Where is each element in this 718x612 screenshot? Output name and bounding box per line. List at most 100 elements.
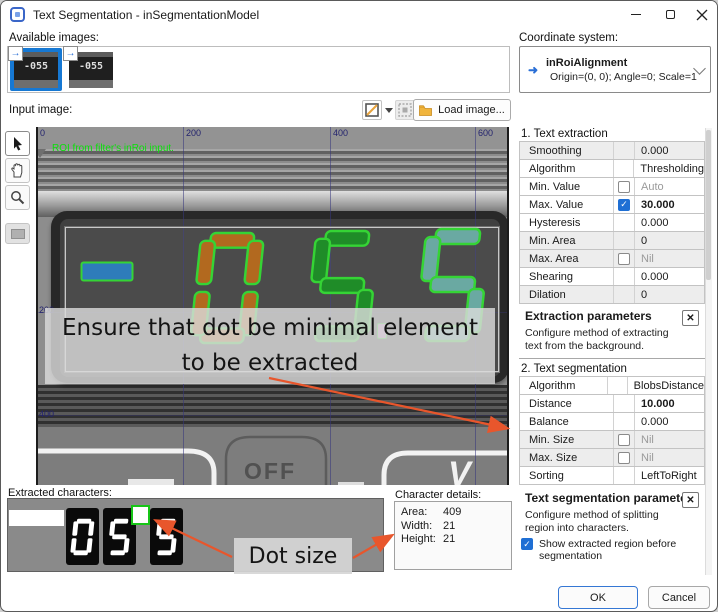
extraction-row-dilation[interactable]: Dilation 0 [520,286,704,304]
param-checkbox-cell [614,286,635,303]
param-value[interactable]: LeftToRight [635,470,704,482]
photo-ribs-top [38,149,507,195]
param-value[interactable]: Nil [635,434,704,446]
close-help-button[interactable]: ✕ [682,492,699,508]
fit-view-button[interactable] [395,100,415,120]
param-value[interactable]: 30.000 [635,199,704,211]
param-value[interactable]: Nil [635,253,704,265]
param-name: Balance [520,413,614,430]
ensure-line-1: Ensure that dot be minimal element [45,311,495,346]
available-images-strip: -055 → -055 → [7,46,510,93]
section-text-extraction: 1. Text extraction [521,128,608,140]
param-value[interactable]: 0 [635,235,704,247]
segmentation-row-min-size[interactable]: Min. SizeNil [520,431,704,449]
input-arrow-icon: → [63,46,78,61]
input-image-label: Input image: [9,104,72,116]
extraction-row-min-area[interactable]: Min. Area0 [520,232,704,250]
coordinate-system-label: Coordinate system: [519,32,618,44]
param-checkbox-unchecked[interactable] [618,452,630,464]
extraction-row-algorithm[interactable]: AlgorithmThresholding [520,160,704,178]
ruler-label: 400 [333,128,348,138]
param-checkbox-cell [614,196,635,213]
param-value[interactable]: 0.000 [635,145,704,157]
load-image-label: Load image... [438,104,505,116]
character-details-box: Area:409 Width:21 Height:21 [394,501,512,570]
coordinate-system-dropdown[interactable]: ➜ inRoiAlignment Origin=(0, 0); Angle=0;… [519,46,711,93]
extraction-row-smoothing[interactable]: Smoothing0.000 [520,142,704,160]
show-extracted-option[interactable]: Show extracted region before segmentatio… [521,538,709,562]
param-checkbox-cell [614,467,635,484]
param-value[interactable]: Auto [635,181,704,193]
show-extracted-checkbox[interactable] [521,538,533,550]
overlay-caret-icon[interactable] [385,108,393,113]
detail-height: Height:21 [401,533,505,547]
title-bar: Text Segmentation - inSegmentationModel [1,1,717,28]
image-viewport[interactable]: 0 200 400 600 200 400 ROI from filter's … [36,127,509,485]
roi-note-text: ROI from filter's inRoi input. [52,143,174,154]
overlay-display-button[interactable] [362,100,382,120]
extraction-row-hysteresis[interactable]: Hysteresis0.000 [520,214,704,232]
param-checkbox-cell [614,268,635,285]
close-button[interactable] [685,1,718,28]
no-overlay-icon [365,103,379,117]
zoom-tool-button[interactable] [5,185,30,210]
maximize-button[interactable] [653,1,688,28]
segmentation-row-max-size[interactable]: Max. SizeNil [520,449,704,467]
param-value[interactable]: 0 [635,289,704,301]
roi-marker-icon [36,149,46,158]
param-checkbox-unchecked[interactable] [618,253,630,265]
pan-tool-button[interactable] [5,158,30,183]
param-name: Shearing [520,268,614,285]
extracted-char-dot-selected[interactable] [131,505,150,525]
segmentation-row-algorithm[interactable]: AlgorithmBlobsDistance [520,377,704,395]
param-checkbox-cell [614,395,635,412]
thumbnail-2[interactable]: -055 → [65,48,117,91]
param-name: Dilation [520,286,614,303]
ruler-label: 600 [478,128,493,138]
param-checkbox-unchecked[interactable] [618,434,630,446]
param-value[interactable]: BlobsDistance [628,380,704,392]
select-tool-button[interactable] [5,131,30,156]
extraction-row-min-value[interactable]: Min. ValueAuto [520,178,704,196]
close-help-button[interactable]: ✕ [682,310,699,326]
extracted-char-0[interactable] [66,508,99,565]
extraction-parameters-box: Extraction parameters ✕ Configure method… [519,305,705,359]
param-value[interactable]: 0.000 [635,416,704,428]
param-checkbox-cell [614,449,635,466]
param-checkbox-unchecked[interactable] [618,181,630,193]
segmentation-row-balance[interactable]: Balance 0.000 [520,413,704,431]
available-images-label: Available images: [9,32,99,44]
input-arrow-icon: → [8,46,23,61]
param-value[interactable]: 0.000 [635,271,704,283]
load-image-button[interactable]: Load image... [413,99,511,121]
extracted-char-5[interactable] [150,508,183,565]
extraction-row-max-area[interactable]: Max. AreaNil [520,250,704,268]
param-value[interactable]: Nil [635,452,704,464]
param-checkbox-cell [614,178,635,195]
param-value[interactable]: 10.000 [635,398,704,410]
thumbnail-1-selected[interactable]: -055 → [10,48,62,91]
region-swatch-icon [11,229,25,239]
coordinate-name: inRoiAlignment [546,57,627,69]
panel-markings: OFF V [38,427,509,485]
param-value[interactable]: Thresholding [634,163,704,175]
extraction-row-max-value[interactable]: Max. Value30.000 [520,196,704,214]
segmentation-row-distance[interactable]: Distance10.000 [520,395,704,413]
alignment-arrow-icon: ➜ [528,63,538,77]
cancel-button[interactable]: Cancel [648,586,710,609]
param-checkbox-cell [614,250,635,267]
panel-scrollbar-thumb[interactable] [706,130,711,280]
minimize-button[interactable] [618,1,653,28]
extracted-char-minus[interactable] [9,510,64,526]
section-text-segmentation: 2. Text segmentation [521,363,627,375]
ok-button[interactable]: OK [558,586,638,609]
param-checkbox-checked[interactable] [618,199,630,211]
maximize-icon [666,10,675,19]
extraction-parameters-desc: Configure method of extracting text from… [525,327,687,352]
detail-area: Area:409 [401,506,505,520]
extraction-row-shearing[interactable]: Shearing 0.000 [520,268,704,286]
region-swatch-button[interactable] [5,223,30,244]
param-value[interactable]: 0.000 [635,217,704,229]
text-segmentation-dialog: Text Segmentation - inSegmentationModel … [0,0,718,612]
segmentation-row-sorting[interactable]: SortingLeftToRight [520,467,704,485]
